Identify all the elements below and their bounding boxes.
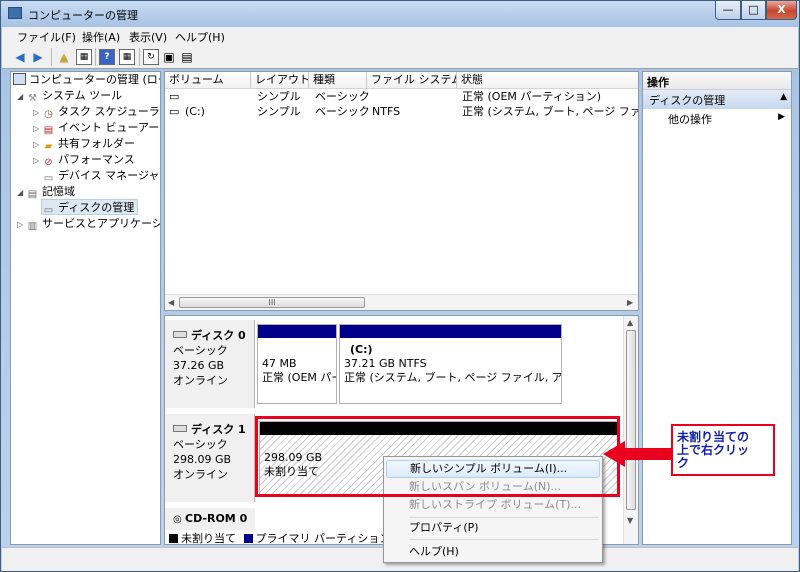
volume-type: ベーシック bbox=[315, 105, 370, 118]
tree-item-services-and-applications[interactable]: ▷ ▥ サービスとアプリケーショ bbox=[17, 216, 160, 233]
cdrom-0-label[interactable]: ◎ CD-ROM 0 bbox=[165, 508, 255, 530]
show-hide-tree-icon[interactable]: ▦ bbox=[76, 49, 92, 65]
forward-arrow-icon[interactable]: ▶ bbox=[30, 49, 46, 65]
scrollbar-thumb[interactable] bbox=[626, 330, 636, 510]
toolbar-separator bbox=[95, 48, 96, 66]
volume-layout: シンプル bbox=[257, 90, 301, 103]
column-header-status[interactable]: 状態 bbox=[457, 72, 638, 89]
computer-management-icon bbox=[8, 7, 22, 19]
menu-help-item[interactable]: ヘルプ(H) bbox=[386, 543, 600, 561]
volume-drive-icon: ▭ bbox=[169, 105, 180, 118]
console-tree: コンピューターの管理 (ローカ ◢⚒システム ツール ▷◷タスク スケジューラ … bbox=[10, 71, 161, 545]
expand-triangle-icon[interactable]: ▷ bbox=[33, 105, 42, 121]
horizontal-scrollbar[interactable]: ◀ III ▶ bbox=[165, 294, 638, 310]
column-header-type[interactable]: 種類 bbox=[309, 72, 367, 89]
volume-type: ベーシック bbox=[315, 90, 370, 103]
annotation-highlight-box bbox=[255, 416, 620, 497]
menu-view[interactable]: 表示(V) bbox=[129, 29, 167, 45]
volume-drive-icon: ▭ bbox=[169, 90, 180, 103]
disk-drive-icon bbox=[173, 425, 187, 432]
scroll-left-icon[interactable]: ◀ bbox=[168, 298, 174, 307]
volume-status: 正常 (システム, ブート, ページ ファイル bbox=[462, 105, 638, 118]
close-button[interactable]: X bbox=[766, 1, 797, 20]
expand-triangle-icon[interactable]: ▷ bbox=[33, 153, 42, 169]
vertical-scrollbar[interactable]: ▲ ▼ bbox=[623, 316, 638, 544]
menu-bar: ファイル(F) 操作(A) 表示(V) ヘルプ(H) bbox=[2, 27, 798, 45]
toolbar-separator bbox=[139, 48, 140, 66]
menu-separator bbox=[409, 539, 599, 540]
submenu-arrow-icon[interactable]: ▶ bbox=[778, 112, 785, 122]
storage-icon: ▤ bbox=[27, 189, 38, 200]
volume-layout: シンプル bbox=[257, 105, 301, 118]
maximize-button[interactable]: □ bbox=[741, 1, 766, 20]
volume-name: (C:) bbox=[185, 105, 205, 118]
tree-item-event-viewer[interactable]: ▷ ▤ イベント ビューアー bbox=[33, 120, 159, 136]
show-hide-action-pane-icon[interactable]: ▦ bbox=[119, 49, 135, 65]
tree-item-storage[interactable]: ◢ ▤ 記憶域 bbox=[17, 184, 75, 200]
column-header-volume[interactable]: ボリューム bbox=[165, 72, 251, 89]
tree-item-performance[interactable]: ▷ ⊘ パフォーマンス bbox=[33, 152, 135, 168]
scroll-down-icon[interactable]: ▼ bbox=[627, 516, 633, 525]
action-more-actions[interactable]: 他の操作 bbox=[668, 111, 712, 127]
back-arrow-icon[interactable]: ◀ bbox=[12, 49, 28, 65]
collapse-triangle-icon[interactable]: ◢ bbox=[17, 89, 26, 105]
menu-action[interactable]: 操作(A) bbox=[82, 29, 120, 45]
scrollbar-thumb[interactable]: III bbox=[179, 297, 365, 308]
volume-name bbox=[185, 89, 245, 105]
legend: 未割り当て プライマリ パーティション bbox=[169, 530, 391, 545]
disk-drive-icon bbox=[173, 331, 187, 338]
menu-new-striped-volume[interactable]: 新しいストライプ ボリューム(T)... bbox=[386, 496, 600, 514]
expand-triangle-icon[interactable]: ▷ bbox=[33, 121, 42, 137]
services-icon: ▥ bbox=[27, 221, 38, 232]
legend-swatch-primary bbox=[243, 534, 253, 543]
title-bar[interactable]: コンピューターの管理 — □ X bbox=[1, 1, 799, 27]
tree-item-system-tools[interactable]: ◢ ⚒ システム ツール bbox=[17, 88, 122, 104]
scroll-up-icon[interactable]: ▲ bbox=[627, 318, 633, 327]
disk-1-label[interactable]: ディスク 1 ベーシック 298.09 GB オンライン bbox=[165, 414, 255, 502]
expand-triangle-icon[interactable]: ▷ bbox=[17, 217, 26, 233]
volume-list: ボリューム レイアウト 種類 ファイル システム 状態 ▭ シンプル ベーシック… bbox=[164, 71, 639, 311]
help-icon[interactable]: ? bbox=[99, 49, 115, 65]
volume-status: 正常 (OEM パーティション) bbox=[462, 90, 602, 103]
volume-file-system: NTFS bbox=[372, 105, 401, 118]
primary-partition-bar bbox=[340, 325, 561, 338]
export-list-icon[interactable]: ▤ bbox=[179, 49, 195, 65]
disk-0-label[interactable]: ディスク 0 ベーシック 37.26 GB オンライン bbox=[165, 320, 255, 408]
menu-separator bbox=[409, 517, 599, 518]
action-section-disk-management[interactable]: ディスクの管理 ▲ bbox=[643, 90, 791, 109]
window-title: コンピューターの管理 bbox=[28, 9, 138, 22]
disk-0-partition-c[interactable]: (C:) 37.21 GB NTFS 正常 (システム, ブート, ページ ファ… bbox=[339, 324, 562, 404]
menu-properties[interactable]: プロパティ(P) bbox=[386, 519, 600, 537]
expand-triangle-icon[interactable]: ▷ bbox=[33, 137, 42, 153]
minimize-button[interactable]: — bbox=[715, 1, 741, 20]
tree-item-disk-management[interactable]: ▭ ディスクの管理 bbox=[41, 199, 139, 216]
properties-icon[interactable]: ▣ bbox=[161, 49, 177, 65]
menu-file[interactable]: ファイル(F) bbox=[17, 29, 76, 45]
tree-item-shared-folders[interactable]: ▷ ▰ 共有フォルダー bbox=[33, 136, 135, 152]
toolbar-separator bbox=[51, 48, 52, 66]
disk-0-partition-oem[interactable]: 47 MB 正常 (OEM パー bbox=[257, 324, 337, 404]
column-header-layout[interactable]: レイアウト bbox=[251, 72, 309, 89]
legend-primary: プライマリ パーティション bbox=[255, 532, 391, 545]
computer-icon bbox=[13, 73, 26, 85]
toolbar: ◀ ▶ ▲ ▦ ? ▦ ↻ ▣ ▤ bbox=[2, 45, 798, 69]
tree-item-device-manager[interactable]: ▭ デバイス マネージャー bbox=[42, 168, 160, 184]
tree-item-computer-management[interactable]: コンピューターの管理 (ローカ bbox=[13, 72, 160, 88]
menu-help[interactable]: ヘルプ(H) bbox=[175, 29, 225, 45]
collapse-up-icon[interactable]: ▲ bbox=[780, 92, 787, 102]
primary-partition-bar bbox=[258, 325, 336, 338]
scroll-right-icon[interactable]: ▶ bbox=[627, 298, 633, 307]
legend-swatch-unallocated bbox=[169, 534, 178, 543]
annotation-callout: 未割り当ての 上で右クリッ ク bbox=[671, 424, 775, 476]
collapse-triangle-icon[interactable]: ◢ bbox=[17, 185, 26, 201]
tree-item-task-scheduler[interactable]: ▷ ◷ タスク スケジューラ bbox=[33, 104, 160, 120]
column-header-file-system[interactable]: ファイル システム bbox=[367, 72, 457, 89]
annotation-arrow-icon bbox=[603, 441, 675, 467]
legend-unallocated: 未割り当て bbox=[181, 532, 236, 545]
up-folder-icon[interactable]: ▲ bbox=[56, 49, 72, 65]
action-pane-header: 操作 bbox=[643, 72, 791, 90]
refresh-icon[interactable]: ↻ bbox=[143, 49, 159, 65]
cdrom-icon: ◎ bbox=[173, 514, 182, 525]
